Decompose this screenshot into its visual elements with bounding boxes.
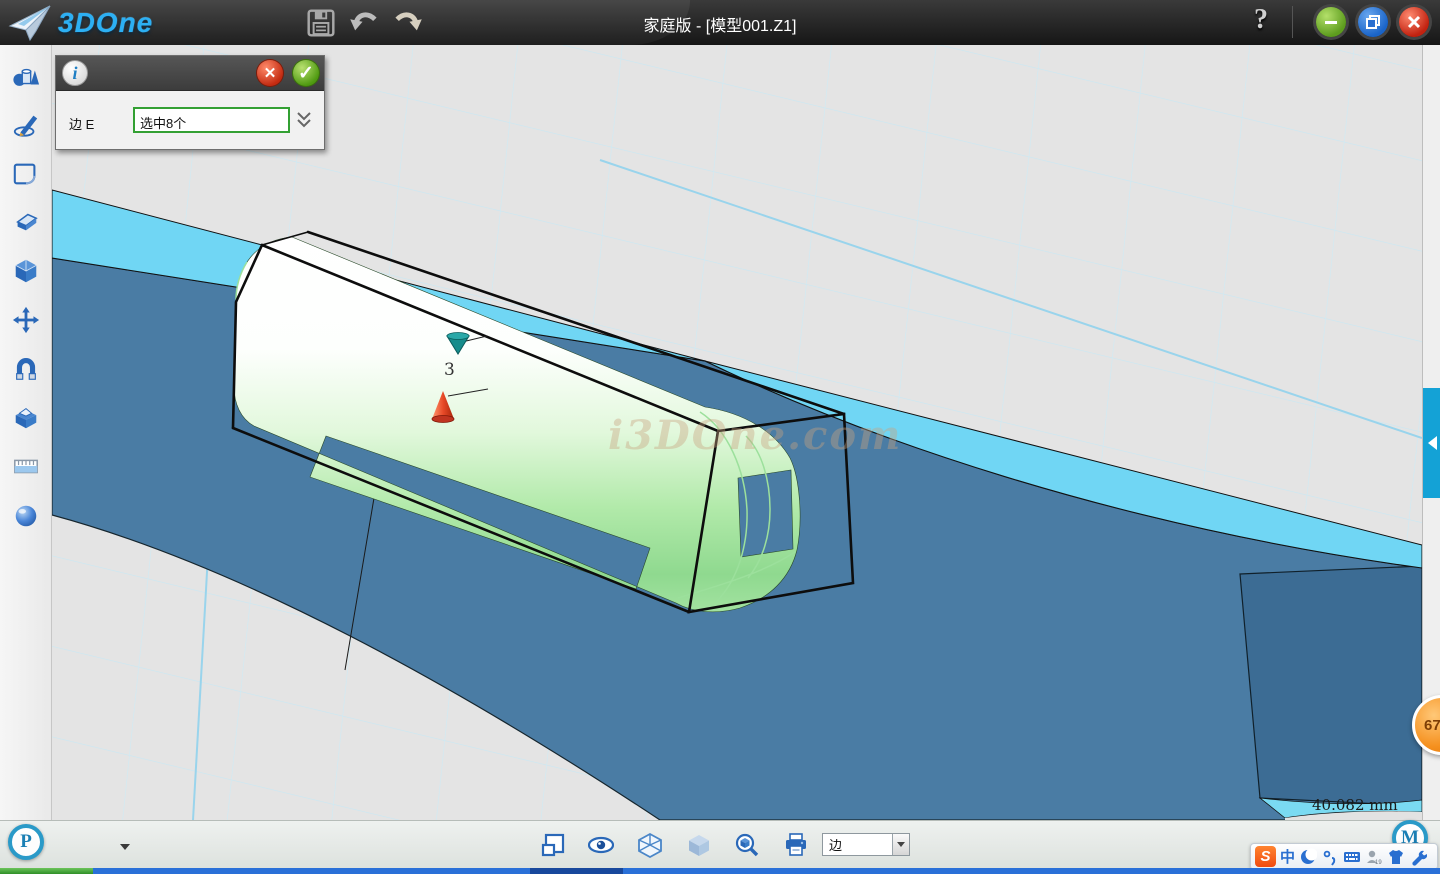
confirm-button[interactable]: ✓	[293, 60, 319, 86]
watermark-text: i3DOne.com	[608, 412, 902, 459]
display-mode-value: 边	[823, 835, 892, 854]
ime-toolbar: S 中 19	[1250, 843, 1438, 870]
info-icon: i	[62, 60, 88, 86]
dialog-header[interactable]: i ✕ ✓	[56, 56, 324, 91]
cancel-button[interactable]: ✕	[257, 60, 283, 86]
double-chevron-down-icon[interactable]	[296, 111, 312, 129]
statusbar: P 边 M	[0, 820, 1440, 868]
tool-sidebar	[0, 45, 52, 820]
titlebar-separator	[1292, 6, 1293, 38]
punctuation-icon[interactable]	[1321, 848, 1339, 866]
chinese-mode-label[interactable]: 中	[1280, 846, 1295, 867]
move-arrows-icon[interactable]	[12, 306, 40, 334]
taskbar-active-segment[interactable]	[530, 868, 623, 874]
wireframe-cube-icon[interactable]	[637, 832, 663, 858]
account-person-icon[interactable]: 19	[1365, 848, 1383, 866]
print-icon[interactable]	[783, 832, 809, 858]
eraser-icon[interactable]	[12, 208, 40, 236]
taskbar-start-segment[interactable]	[0, 868, 93, 874]
edge-selection-input[interactable]: 选中8个	[133, 107, 290, 133]
settings-wrench-icon[interactable]	[1409, 848, 1427, 866]
shaded-cube-icon[interactable]	[686, 832, 712, 858]
measure-icon[interactable]	[12, 452, 40, 480]
edge-selection-dialog: i ✕ ✓ 边 E 选中8个	[55, 55, 325, 150]
sketch-pencil-icon[interactable]	[12, 111, 40, 139]
radius-handle-red-base[interactable]	[432, 416, 454, 423]
taskbar-segment[interactable]	[93, 868, 530, 874]
render-sphere-icon[interactable]	[12, 502, 40, 530]
layout-corner-icon[interactable]	[540, 832, 566, 858]
dropdown-arrow-button[interactable]	[892, 834, 909, 855]
skin-shirt-icon[interactable]	[1387, 848, 1405, 866]
visibility-eye-icon[interactable]	[588, 832, 614, 858]
magnet-icon[interactable]	[12, 355, 40, 383]
taskbar-segment[interactable]	[623, 868, 1440, 874]
fillet-radius-value: 3	[444, 360, 455, 380]
combine-box-icon[interactable]	[12, 403, 40, 431]
svg-text:19: 19	[1375, 860, 1382, 866]
titlebar: 3DOne 家庭版 - [模型001.Z1] ?	[0, 0, 1440, 45]
close-button[interactable]	[1399, 7, 1429, 37]
plane-icon[interactable]	[12, 160, 40, 188]
primitives-icon[interactable]	[12, 63, 40, 91]
halfwidth-moon-icon[interactable]	[1299, 848, 1317, 866]
display-mode-dropdown[interactable]: 边	[822, 833, 910, 856]
solid-cube-icon[interactable]	[12, 257, 40, 285]
scale-indicator: 40.082 mm	[1312, 796, 1398, 814]
window-title: 家庭版 - [模型001.Z1]	[0, 12, 1440, 36]
sogou-logo[interactable]: S	[1255, 846, 1276, 867]
zoom-search-icon[interactable]	[734, 832, 760, 858]
edge-field-label: 边 E	[69, 114, 94, 133]
help-button[interactable]: ?	[1254, 4, 1268, 36]
soft-keyboard-icon[interactable]	[1343, 848, 1361, 866]
minimize-button[interactable]	[1316, 7, 1346, 37]
dialog-body: 边 E 选中8个	[56, 91, 324, 150]
radius-handle-teal-base[interactable]	[447, 333, 469, 340]
collapse-left-arrow-icon	[1428, 436, 1437, 450]
restore-button[interactable]	[1358, 7, 1388, 37]
profile-caret-icon[interactable]	[120, 844, 130, 850]
panel-collapse-tab[interactable]	[1423, 388, 1440, 498]
base-solid-side-face[interactable]	[1240, 566, 1422, 806]
os-taskbar-edge[interactable]	[0, 868, 1440, 874]
profile-badge[interactable]: P	[8, 824, 44, 860]
